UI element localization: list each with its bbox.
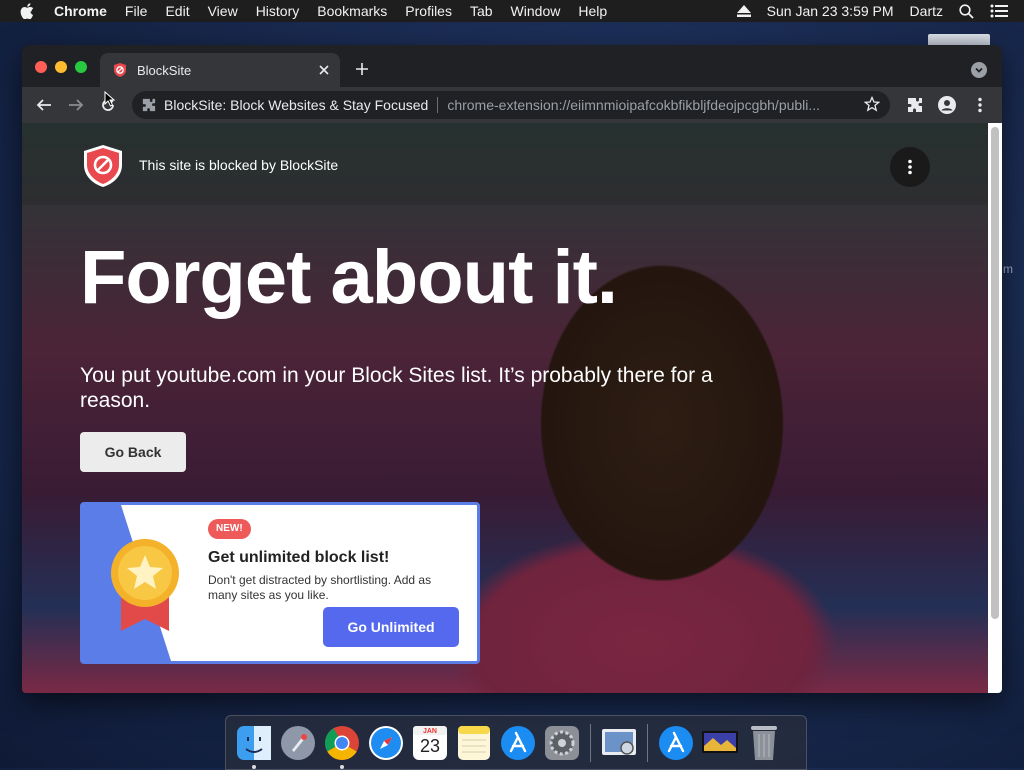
bookmark-star-icon[interactable]: [864, 96, 880, 112]
notification-center-icon[interactable]: [990, 4, 1008, 18]
apple-menu-icon[interactable]: [20, 3, 36, 19]
chrome-icon[interactable]: [322, 723, 362, 769]
menu-file[interactable]: File: [125, 3, 148, 19]
calendar-day: 23: [419, 735, 441, 756]
mouse-cursor-icon: [104, 91, 116, 107]
profile-avatar-icon[interactable]: [937, 95, 957, 115]
tab-strip: BlockSite: [22, 45, 1002, 87]
blocksite-shield-logo-icon: [80, 143, 126, 194]
menu-view[interactable]: View: [208, 3, 238, 19]
unlimited-promo-card: NEW! Get unlimited block list! Don't get…: [80, 502, 480, 664]
blocksite-page: This site is blocked by BlockSite Forget…: [22, 123, 988, 693]
window-minimize-button[interactable]: [55, 61, 67, 73]
safari-icon[interactable]: [366, 723, 406, 763]
tab-close-icon[interactable]: [316, 62, 332, 78]
menu-help[interactable]: Help: [578, 3, 607, 19]
forward-arrow-icon[interactable]: [66, 95, 86, 115]
page-scrollbar[interactable]: [988, 123, 1002, 693]
desktop-peek-text: m: [1003, 262, 1013, 276]
notes-icon[interactable]: [454, 723, 494, 763]
app-store-icon[interactable]: [498, 723, 538, 763]
page-headline: Forget about it.: [80, 235, 618, 320]
omnibox-url: chrome-extension://eiimnmioipafcokbfikbl…: [447, 97, 821, 113]
medal-star-icon: [111, 539, 179, 631]
window-close-button[interactable]: [35, 61, 47, 73]
tv-icon[interactable]: [700, 723, 740, 763]
calendar-month: JAN: [422, 727, 437, 735]
chrome-window: BlockSite BlockSite: Block Websites & St: [22, 45, 1002, 693]
calendar-icon[interactable]: JAN 23: [410, 723, 450, 763]
scrollbar-thumb[interactable]: [991, 127, 999, 619]
blocksite-favicon-icon: [112, 62, 128, 78]
go-unlimited-button[interactable]: Go Unlimited: [323, 607, 459, 647]
launchpad-icon[interactable]: [278, 723, 318, 763]
new-badge: NEW!: [208, 519, 251, 539]
back-arrow-icon[interactable]: [34, 95, 54, 115]
menu-history[interactable]: History: [256, 3, 300, 19]
finder-icon[interactable]: [234, 723, 274, 769]
dock-separator: [647, 723, 648, 762]
extensions-puzzle-icon[interactable]: [905, 95, 925, 115]
menu-app-name[interactable]: Chrome: [54, 3, 107, 19]
window-zoom-button[interactable]: [75, 61, 87, 73]
menu-bookmarks[interactable]: Bookmarks: [317, 3, 387, 19]
dock-separator: [590, 723, 591, 762]
omnibox-page-title: BlockSite: Block Websites & Stay Focused: [164, 97, 429, 113]
dock: JAN 23: [225, 715, 807, 770]
promo-description: Don't get distracted by shortlisting. Ad…: [208, 573, 432, 602]
tab-blocksite[interactable]: BlockSite: [100, 53, 340, 87]
spotlight-search-icon[interactable]: [959, 3, 974, 19]
address-bar[interactable]: BlockSite: Block Websites & Stay Focused…: [132, 91, 890, 119]
blocked-notice-text: This site is blocked by BlockSite: [139, 157, 339, 173]
menu-window[interactable]: Window: [511, 3, 561, 19]
app-store-icon[interactable]: [656, 723, 696, 763]
preview-icon[interactable]: [599, 723, 639, 763]
menu-tab[interactable]: Tab: [470, 3, 493, 19]
menu-edit[interactable]: Edit: [165, 3, 189, 19]
system-preferences-icon[interactable]: [542, 723, 582, 763]
eject-icon[interactable]: [736, 5, 751, 17]
go-back-button[interactable]: Go Back: [80, 432, 186, 472]
menu-profiles[interactable]: Profiles: [405, 3, 452, 19]
blocked-reason-text: You put youtube.com in your Block Sites …: [80, 364, 713, 412]
menubar-user[interactable]: Dartz: [910, 3, 943, 19]
trash-icon[interactable]: [744, 723, 784, 763]
extension-puzzle-icon: [142, 98, 156, 112]
omnibox-divider: [437, 97, 439, 113]
tab-title: BlockSite: [137, 62, 192, 78]
new-tab-plus-icon[interactable]: [353, 60, 371, 78]
browser-toolbar: BlockSite: Block Websites & Stay Focused…: [22, 87, 1002, 123]
menu-bar: Chrome File Edit View History Bookmarks …: [0, 0, 1024, 22]
tab-search-chevron-icon[interactable]: [971, 62, 987, 78]
page-header-bar: This site is blocked by BlockSite: [22, 123, 988, 205]
chrome-menu-kebab-icon[interactable]: [970, 95, 990, 115]
menubar-clock[interactable]: Sun Jan 23 3:59 PM: [767, 3, 894, 19]
page-options-kebab-icon[interactable]: [890, 147, 930, 187]
promo-title: Get unlimited block list!: [208, 549, 390, 566]
